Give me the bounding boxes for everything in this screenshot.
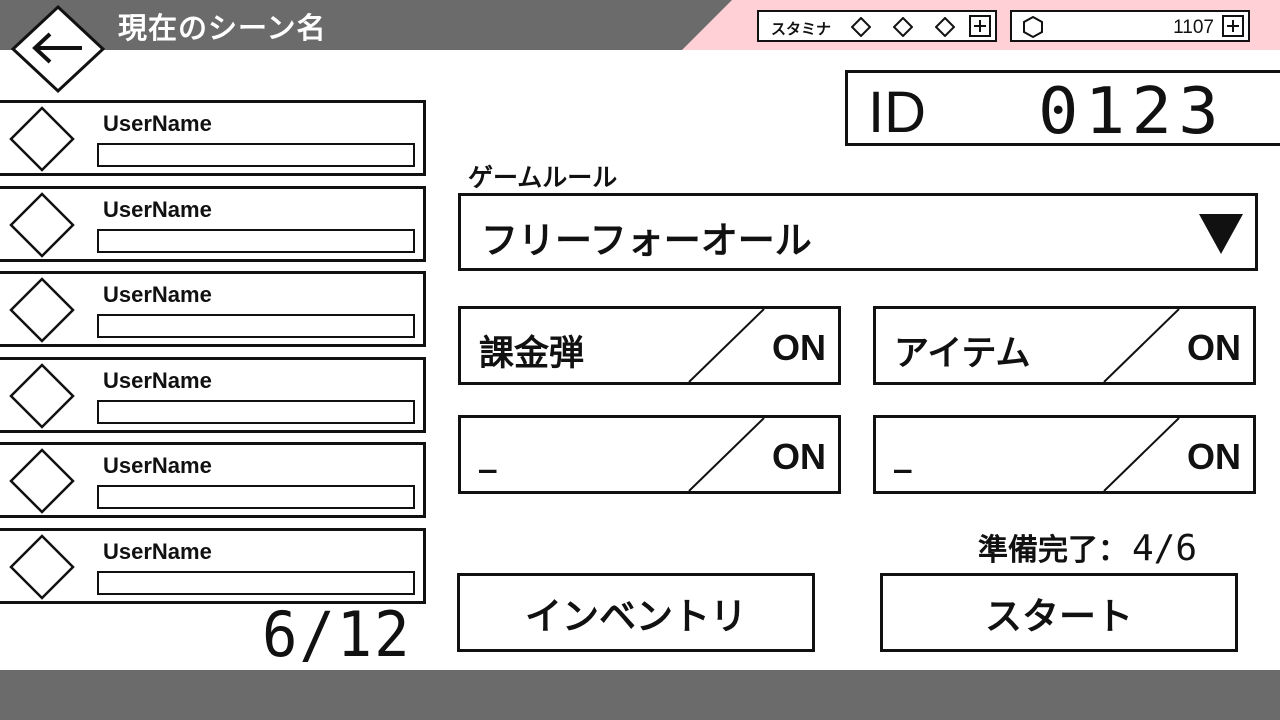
player-username: UserName	[103, 368, 212, 393]
room-id-display: ID 0123	[845, 70, 1280, 149]
stamina-plus-icon[interactable]	[969, 15, 991, 37]
toggle-paid-bullets[interactable]: 課金弾 ON	[458, 306, 841, 385]
ready-status: 準備完了： 4/6	[978, 525, 1197, 569]
toggle-label: アイテム	[894, 334, 1031, 374]
avatar-diamond-icon	[9, 363, 75, 429]
avatar-diamond-icon	[9, 277, 75, 343]
toggle-state: ON	[772, 327, 826, 368]
toggle-state: ON	[1187, 436, 1241, 477]
player-slot[interactable]: UserName	[0, 186, 426, 262]
inventory-button[interactable]: インベントリ	[457, 573, 815, 652]
hexagon-icon	[1023, 15, 1043, 39]
triangle-down-icon	[1199, 214, 1243, 254]
player-username: UserName	[103, 111, 212, 136]
player-status-bar	[97, 400, 415, 424]
stamina-diamond-icon	[851, 17, 871, 37]
toggle-label: 課金弾	[479, 334, 585, 374]
toggle-label: _	[894, 434, 912, 474]
stamina-diamond-icon	[935, 17, 955, 37]
footer-bar	[0, 670, 1280, 720]
player-status-bar	[97, 229, 415, 253]
player-status-bar	[97, 314, 415, 338]
scene-title: 現在のシーン名	[118, 11, 327, 45]
toggle-state: ON	[772, 436, 826, 477]
rule-value: フリーフォーオール	[481, 219, 812, 262]
player-slot[interactable]: UserName	[0, 357, 426, 433]
ready-value: 4/6	[1132, 528, 1198, 569]
back-button[interactable]	[10, 4, 106, 94]
room-id-label: ID	[868, 80, 926, 145]
avatar-diamond-icon	[9, 534, 75, 600]
player-username: UserName	[103, 453, 212, 478]
ready-label: 準備完了：	[978, 533, 1128, 568]
stamina-label: スタミナ	[771, 20, 832, 38]
player-status-bar	[97, 485, 415, 509]
player-username: UserName	[103, 197, 212, 222]
toggle-option-4[interactable]: _ ON	[873, 415, 1256, 494]
toggle-items[interactable]: アイテム ON	[873, 306, 1256, 385]
stamina-panel: スタミナ	[757, 10, 997, 42]
avatar-diamond-icon	[9, 192, 75, 258]
player-slot[interactable]: UserName	[0, 271, 426, 347]
player-username: UserName	[103, 282, 212, 307]
header-bar: 現在のシーン名 スタミナ 1107	[0, 0, 1280, 50]
toggle-state: ON	[1187, 327, 1241, 368]
player-count: 6/12	[262, 598, 412, 671]
player-slot[interactable]: UserName	[0, 442, 426, 518]
room-id-value: 0123	[1038, 75, 1226, 149]
avatar-diamond-icon	[9, 106, 75, 172]
start-button[interactable]: スタート	[880, 573, 1238, 652]
player-status-bar	[97, 571, 415, 595]
currency-panel: 1107	[1010, 10, 1250, 42]
avatar-diamond-icon	[9, 448, 75, 514]
toggle-label: _	[479, 434, 497, 474]
player-slot[interactable]: UserName	[0, 100, 426, 176]
toggle-option-3[interactable]: _ ON	[458, 415, 841, 494]
currency-plus-icon[interactable]	[1222, 15, 1244, 37]
rule-label: ゲームルール	[468, 163, 618, 192]
rule-dropdown[interactable]: フリーフォーオール	[458, 193, 1258, 271]
player-username: UserName	[103, 539, 212, 564]
left-arrow-icon	[10, 4, 106, 94]
currency-value: 1107	[1173, 17, 1214, 38]
player-slot[interactable]: UserName	[0, 528, 426, 604]
stamina-diamond-icon	[893, 17, 913, 37]
player-status-bar	[97, 143, 415, 167]
